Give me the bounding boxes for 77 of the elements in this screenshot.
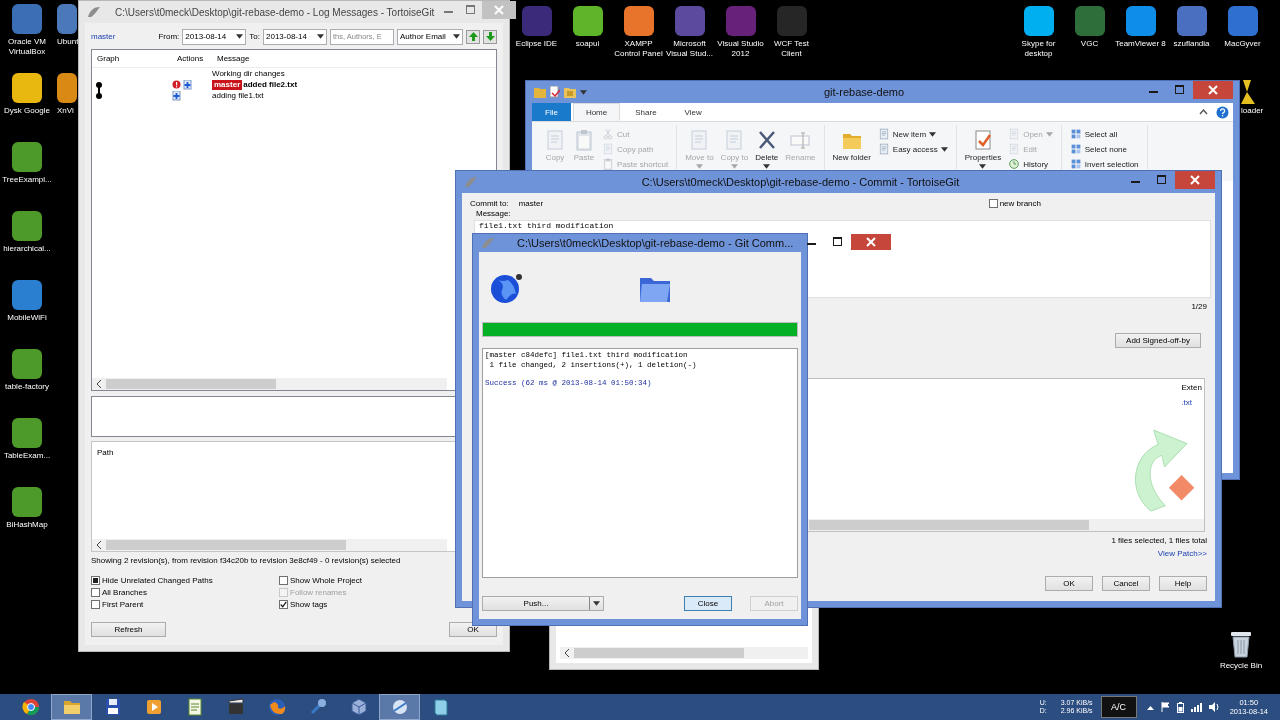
ribbon-button[interactable]: History (1006, 157, 1055, 171)
checkbox-label: Show Whole Project (290, 575, 363, 585)
window-title: C:\Users\t0meck\Desktop\git-rebase-demo - Git Comm... (516, 237, 794, 249)
close-dialog-button[interactable]: Close (684, 596, 732, 611)
push-button[interactable]: Push... (482, 596, 604, 611)
commit-to-label: Commit to: (470, 198, 509, 208)
column-header[interactable]: Graph (92, 53, 172, 63)
date-picker[interactable]: 2013-08-14 (182, 28, 247, 45)
ribbon-button[interactable]: Select all (1067, 127, 1141, 141)
ribbon-tab[interactable]: File (532, 103, 571, 121)
icon-label: Microsoft Visual Stud... (665, 39, 714, 59)
icon-label: MobileWiFi (7, 313, 47, 323)
power-button[interactable]: A/C (1100, 696, 1137, 718)
icon-label: Skype for desktop (1020, 39, 1057, 59)
file-extension[interactable]: .txt (1181, 392, 1204, 407)
column-header[interactable]: Actions (172, 53, 212, 63)
icon-label: Ubunt (57, 37, 79, 47)
ribbon-button[interactable]: Easy access (875, 142, 950, 156)
icon-label: soapui (575, 39, 600, 49)
icon-label: TableExam... (3, 451, 51, 461)
icon-label: hierarchical... (3, 244, 51, 254)
ribbon-button[interactable]: Delete (753, 125, 781, 169)
date-picker[interactable]: 2013-08-14 (263, 28, 327, 45)
icon-label: loader (1241, 106, 1264, 116)
checkbox-label: Hide Unrelated Changed Paths (102, 575, 213, 585)
message-label: Message: (475, 209, 512, 219)
refresh-button[interactable]: Refresh (91, 622, 166, 637)
ribbon-tab[interactable]: View (671, 103, 715, 121)
checkbox-label: Show tags (290, 599, 328, 609)
ribbon-tab[interactable]: Share (622, 103, 670, 121)
column-header[interactable]: Message (212, 53, 496, 63)
checkbox-label: First Parent (102, 599, 144, 609)
icon-label: table-factory (5, 382, 49, 392)
icon-label: Dysk Google (4, 106, 50, 116)
icon-label: Oracle VM VirtualBox (7, 37, 47, 57)
commit-message[interactable]: Working dir changes (212, 68, 285, 78)
icon-label: MacGyver (1224, 39, 1261, 49)
ribbon-button[interactable]: New folder (830, 125, 873, 162)
commit-message[interactable]: added file2.txt (243, 80, 298, 90)
window-title: git-rebase-demo (822, 86, 906, 98)
message-text: file1.txt third modification (479, 221, 614, 230)
window-title: C:\Users\t0meck\Desktop\git-rebase-demo - Commit - TortoiseGit (640, 176, 961, 188)
character-counter: 1/29 (1191, 302, 1207, 311)
column-header[interactable]: Exten (1181, 379, 1204, 392)
ribbon-tab[interactable]: Home (572, 103, 621, 121)
filter-dropdown[interactable]: Author Email (397, 28, 463, 45)
checkbox-label: Follow renames (290, 587, 347, 597)
icon-label: Eclipse IDE (515, 39, 558, 49)
icon-label: TreeExampl... (2, 175, 52, 185)
view-patch-link[interactable]: View Patch>> (1157, 549, 1207, 558)
icon-label: szuflandia (1173, 39, 1210, 49)
ribbon-button[interactable]: Select none (1067, 142, 1141, 156)
checkbox-label: new branch (999, 198, 1041, 208)
cancel-button[interactable]: Cancel (1102, 576, 1150, 591)
signoff-button[interactable]: Add Signed-off-by (1115, 333, 1201, 348)
icon-label: Visual Studio 2012 (716, 39, 765, 59)
checkbox-label: All Branches (102, 587, 147, 597)
branch-link[interactable]: master (91, 32, 116, 42)
icon-label: BiHashMap (6, 520, 48, 530)
selection-summary: 1 files selected, 1 files total (1111, 536, 1207, 545)
icon-label: XAMPP Control Panel (613, 39, 664, 59)
ribbon-button[interactable]: Properties (962, 125, 1004, 169)
window-title: C:\Users\t0meck\Desktop\git-rebase-demo - Log Messages - TortoiseGit (114, 6, 435, 18)
icon-label: Recycle Bin (1219, 661, 1263, 671)
to-label: To: (249, 32, 260, 42)
ribbon-button[interactable]: New item (875, 127, 950, 141)
help-button[interactable]: Help (1159, 576, 1207, 591)
ok-button[interactable]: OK (1045, 576, 1093, 591)
icon-label: VGC (1080, 39, 1099, 49)
commit-message[interactable]: adding file1.txt (212, 91, 264, 101)
icon-label: XnVi (57, 106, 74, 116)
from-label: From: (158, 32, 180, 42)
status-text: Showing 2 revision(s), from revision f34c20b to revision 3e8cf49 - 0 revision(s) selected (91, 556, 402, 565)
icon-label: TeamViewer 8 (1115, 39, 1166, 49)
icon-label: WCF Test Client (773, 39, 810, 59)
branch-tag: master (212, 79, 243, 90)
branch-name: master (518, 198, 544, 208)
